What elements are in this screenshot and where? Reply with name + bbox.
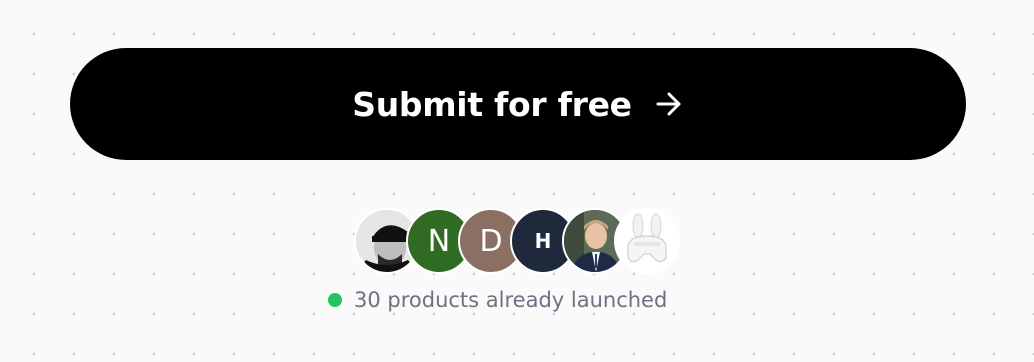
launcher-avatars: N D H xyxy=(354,208,686,274)
submit-for-free-button[interactable]: Submit for free xyxy=(70,48,966,160)
avatar-initial: D xyxy=(479,223,503,259)
avatar-initial: N xyxy=(427,223,451,259)
launch-status: 30 products already launched xyxy=(328,285,667,315)
products-launched-text: 30 products already launched xyxy=(354,288,668,312)
avatar xyxy=(614,208,680,274)
status-dot xyxy=(328,293,342,307)
submit-button-label: Submit for free xyxy=(352,84,632,124)
arrow-right-icon xyxy=(654,89,684,119)
avatar-initial: H xyxy=(534,229,552,253)
